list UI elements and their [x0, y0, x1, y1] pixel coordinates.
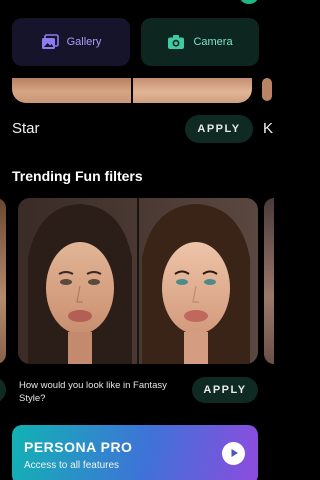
gallery-button[interactable]: Gallery [12, 18, 130, 66]
next-card-peek[interactable] [264, 198, 274, 364]
previous-card-peek[interactable] [0, 198, 6, 364]
promo-title: PERSONA PRO [24, 439, 133, 455]
camera-icon [167, 34, 185, 50]
gallery-label: Gallery [66, 36, 102, 48]
filter-name: Star [12, 120, 40, 137]
next-filter-preview-peek[interactable] [262, 78, 272, 101]
fantasy-style-description: How would you look like in Fantasy Style… [19, 380, 167, 404]
play-button[interactable] [222, 442, 245, 465]
filter-preview-image[interactable] [12, 78, 252, 103]
apply-star-button[interactable]: APPLY [185, 115, 253, 143]
camera-label: Camera [193, 36, 233, 48]
status-indicator-dot [240, 0, 258, 4]
preview-before-half [12, 78, 131, 103]
play-icon [229, 445, 239, 463]
apply-fantasy-button[interactable]: APPLY [192, 377, 258, 403]
camera-button[interactable]: Camera [141, 18, 259, 66]
section-title-trending: Trending Fun filters [12, 168, 143, 184]
persona-pro-banner[interactable]: PERSONA PRO Access to all features [12, 425, 258, 480]
next-filter-name-peek: K [263, 120, 274, 137]
gallery-icon [41, 34, 59, 50]
previous-card-apply-peek[interactable] [0, 377, 6, 403]
before-after-faces [18, 198, 258, 364]
fantasy-style-preview-image[interactable] [18, 198, 258, 364]
promo-subtitle: Access to all features [24, 460, 120, 471]
preview-after-half [133, 78, 252, 103]
